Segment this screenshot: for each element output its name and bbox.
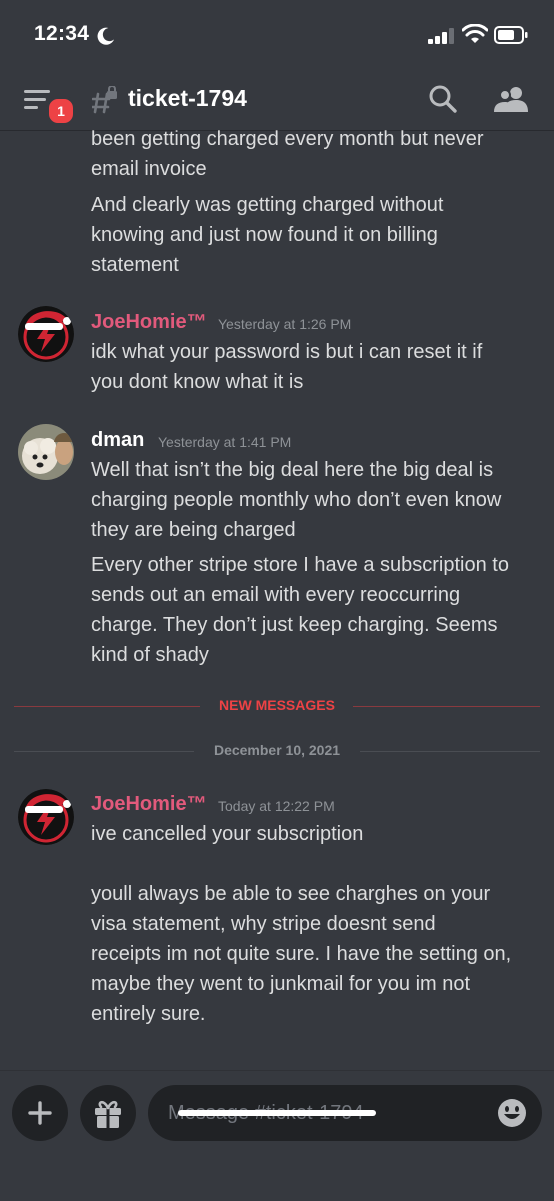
message-timestamp: Yesterday at 1:26 PM (218, 316, 352, 332)
avatar[interactable] (18, 789, 74, 845)
message-author[interactable]: JoeHomie™ (91, 311, 207, 334)
wifi-icon (462, 24, 488, 43)
locked-text-channel-icon (92, 86, 117, 114)
message-timestamp: Yesterday at 1:41 PM (158, 434, 292, 450)
message-text: ive cancelled your subscription (91, 823, 364, 845)
members-icon[interactable] (494, 85, 528, 113)
search-icon[interactable] (428, 84, 458, 114)
battery-icon (494, 26, 528, 44)
emoji-icon[interactable] (497, 1098, 527, 1128)
gift-icon (95, 1100, 121, 1128)
message-list[interactable]: been getting charged every month but nev… (0, 130, 554, 1070)
message-text: youll always be able to see charghes on … (91, 883, 512, 1025)
new-messages-label: NEW MESSAGES (219, 697, 335, 713)
message-composer (0, 1070, 554, 1201)
home-indicator[interactable] (178, 1110, 376, 1116)
message-author[interactable]: dman (91, 429, 144, 452)
channel-title: ticket-1794 (128, 85, 247, 111)
message-text: Every other stripe store I have a subscr… (91, 554, 509, 666)
date-divider: December 10, 2021 (213, 742, 341, 758)
cellular-signal-icon (428, 28, 454, 44)
message-text: idk what your password is but i can rese… (91, 341, 483, 393)
message-text: Well that isn’t the big deal here the bi… (91, 459, 502, 541)
message-timestamp: Today at 12:22 PM (218, 798, 335, 814)
status-bar: 12:34 (0, 0, 554, 70)
plus-icon (28, 1101, 52, 1125)
message-text: And clearly was getting charged without … (91, 194, 444, 276)
notification-badge: 1 (46, 96, 76, 126)
status-time: 12:34 (34, 22, 90, 45)
avatar[interactable] (18, 424, 74, 480)
avatar[interactable] (18, 306, 74, 362)
channel-header: 1 ticket-1794 (0, 70, 554, 130)
message-author[interactable]: JoeHomie™ (91, 793, 207, 816)
message-text: been getting charged every month but nev… (91, 130, 484, 180)
add-attachment-button[interactable] (12, 1085, 68, 1141)
gift-button[interactable] (80, 1085, 136, 1141)
moon-icon (97, 27, 115, 45)
